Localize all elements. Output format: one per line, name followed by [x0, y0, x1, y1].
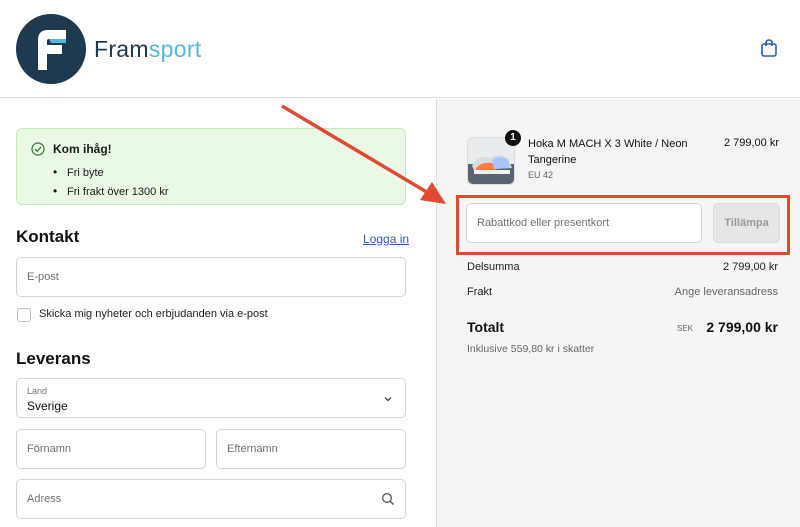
- product-variant: EU 42: [528, 170, 554, 180]
- delivery-heading: Leverans: [16, 349, 91, 368]
- country-value: Sverige: [27, 399, 68, 413]
- check-circle-icon: [31, 142, 45, 156]
- product-name: Hoka M MACH X 3 White / Neon Tangerine: [528, 138, 688, 166]
- country-select[interactable]: Land Sverige: [16, 378, 406, 418]
- subtotal-value: 2 799,00 kr: [722, 261, 778, 273]
- discount-placeholder: Rabattkod eller presentkort: [477, 217, 610, 229]
- notice-list: Fri byte Fri frakt över 1300 kr: [53, 163, 168, 201]
- brand-name-part1: Fram: [94, 36, 149, 62]
- total-value: 2 799,00 kr: [706, 319, 778, 335]
- shopping-bag-icon[interactable]: [760, 38, 778, 58]
- quantity-badge: 1: [505, 130, 521, 146]
- newsletter-label: Skicka mig nyheter och erbjudanden via e…: [39, 308, 268, 320]
- checkout-form: Kom ihåg! Fri byte Fri frakt över 1300 k…: [0, 99, 436, 527]
- newsletter-checkbox[interactable]: [17, 308, 31, 322]
- country-label: Land: [27, 386, 48, 396]
- address-placeholder: Adress: [27, 493, 62, 505]
- address-field[interactable]: Adress: [16, 479, 406, 519]
- brand-logo-icon[interactable]: [16, 14, 86, 84]
- subtotal-label: Delsumma: [467, 261, 520, 273]
- order-summary: 1 Hoka M MACH X 3 White / Neon Tangerine…: [436, 99, 800, 527]
- reminder-notice: Kom ihåg! Fri byte Fri frakt över 1300 k…: [16, 128, 406, 205]
- email-placeholder: E-post: [27, 271, 59, 283]
- first-name-field[interactable]: Förnamn: [16, 429, 206, 469]
- last-name-field[interactable]: Efternamn: [216, 429, 406, 469]
- search-icon: [382, 493, 394, 505]
- total-currency: SEK: [677, 324, 694, 333]
- last-name-placeholder: Efternamn: [227, 443, 278, 455]
- chevron-down-icon: [384, 397, 392, 402]
- total-label: Totalt: [467, 319, 505, 335]
- first-name-placeholder: Förnamn: [27, 443, 72, 455]
- notice-title: Kom ihåg!: [53, 142, 112, 156]
- login-link[interactable]: Logga in: [363, 232, 409, 246]
- email-field[interactable]: E-post: [16, 257, 406, 297]
- notice-item: Fri frakt över 1300 kr: [53, 182, 168, 201]
- contact-heading: Kontakt: [16, 227, 80, 246]
- brand-name-part2: sport: [148, 36, 202, 62]
- brand-name[interactable]: Framsport: [94, 36, 202, 63]
- shipping-label: Frakt: [467, 286, 493, 298]
- tax-note: Inklusive 559,80 kr i skatter: [467, 343, 595, 355]
- notice-item: Fri byte: [53, 163, 168, 182]
- apply-discount-button[interactable]: Tillämpa: [713, 203, 780, 243]
- discount-code-field[interactable]: Rabattkod eller presentkort: [466, 203, 702, 243]
- product-price: 2 799,00 kr: [723, 137, 779, 149]
- shipping-value: Ange leveransadress: [674, 286, 778, 298]
- site-header: Framsport: [0, 0, 800, 98]
